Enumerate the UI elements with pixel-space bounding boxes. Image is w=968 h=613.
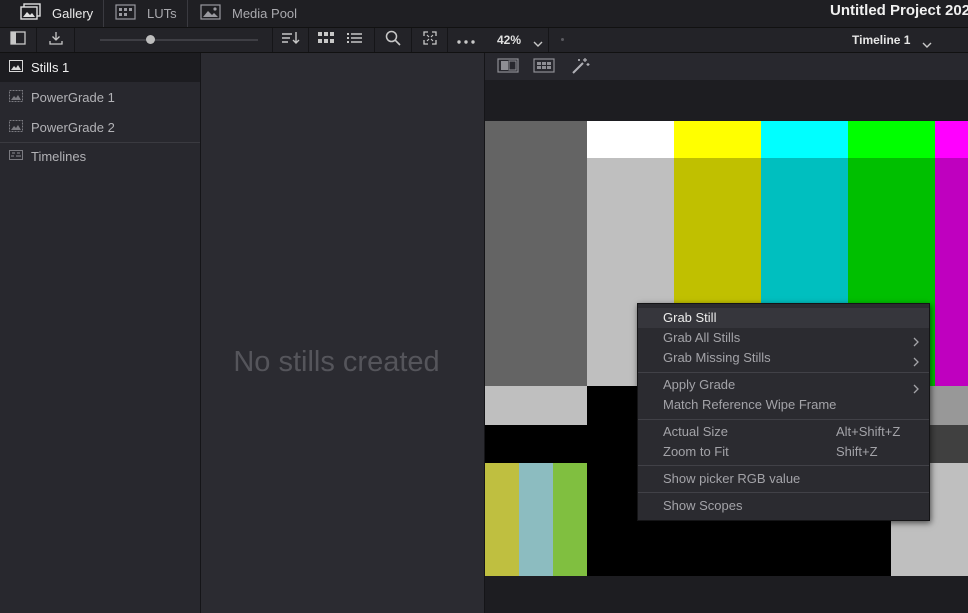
menu-item-match-reference-wipe-frame[interactable]: Match Reference Wipe Frame (638, 395, 929, 415)
menu-item-label: Show Scopes (663, 498, 743, 513)
bar-mid-gray (485, 386, 587, 425)
bar-magenta (935, 121, 968, 158)
zoom-level[interactable]: 42% (497, 28, 521, 52)
tab-divider (187, 0, 188, 27)
menu-item-label: Show picker RGB value (663, 471, 801, 486)
expand-button[interactable] (412, 28, 447, 52)
album-item-label: Timelines (31, 149, 87, 164)
more-options-button[interactable] (448, 28, 484, 52)
toolbar-divider (308, 28, 309, 52)
album-item-label: PowerGrade 2 (31, 120, 115, 135)
menu-item-label: Actual Size (663, 424, 729, 439)
bar-bottom-green (553, 463, 587, 576)
menu-divider (638, 372, 929, 373)
sort-icon (281, 31, 301, 50)
timeline-selector[interactable]: Timeline 1 (852, 28, 910, 52)
expand-icon (422, 30, 437, 50)
image-wipe-icon[interactable] (497, 58, 519, 78)
chevron-down-icon[interactable] (533, 35, 543, 53)
menu-item-actual-size[interactable]: Actual Size Alt+Shift+Z (638, 422, 929, 442)
magic-wand-icon[interactable] (571, 57, 591, 80)
menu-item-show-scopes[interactable]: Show Scopes (638, 496, 929, 516)
bar-green (848, 121, 935, 158)
tab-gallery-label: Gallery (52, 6, 94, 21)
tab-gallery[interactable]: Gallery (20, 0, 93, 27)
menu-item-shortcut: Alt+Shift+Z (836, 424, 901, 439)
album-item-powergrade-2[interactable]: PowerGrade 2 (0, 113, 200, 142)
viewer-context-menu: Grab Still Grab All Stills Grab Missing … (637, 303, 930, 521)
viewer-tools-row (485, 53, 968, 80)
menu-item-grab-all-stills[interactable]: Grab All Stills (638, 328, 929, 348)
bar-yellow (674, 121, 761, 158)
grid-view-button[interactable] (312, 28, 340, 52)
sort-button[interactable] (273, 28, 308, 52)
status-dot (561, 38, 564, 41)
sidebar-toggle-icon (10, 30, 26, 50)
chevron-down-icon[interactable] (922, 36, 932, 54)
search-icon (385, 30, 401, 51)
menu-item-label: Grab Missing Stills (663, 350, 771, 365)
timelines-icon (0, 149, 31, 164)
toolbar-divider (74, 28, 75, 52)
menu-item-show-picker-rgb-value[interactable]: Show picker RGB value (638, 469, 929, 489)
menu-item-label: Match Reference Wipe Frame (663, 397, 837, 412)
menu-item-zoom-to-fit[interactable]: Zoom to Fit Shift+Z (638, 442, 929, 462)
menu-item-label: Apply Grade (663, 377, 736, 392)
menu-item-apply-grade[interactable]: Apply Grade (638, 375, 929, 395)
empty-stills-message: No stills created (233, 346, 440, 378)
tab-media-pool[interactable]: Media Pool (200, 0, 297, 27)
album-item-timelines[interactable]: Timelines (0, 142, 200, 171)
menu-item-label: Zoom to Fit (663, 444, 729, 459)
menu-item-shortcut: Shift+Z (836, 444, 878, 459)
menu-item-label: Grab All Stills (663, 330, 741, 345)
import-icon (48, 31, 64, 50)
album-item-powergrade-1[interactable]: PowerGrade 1 (0, 83, 200, 112)
album-item-stills-1[interactable]: Stills 1 (0, 53, 200, 82)
stills-grid[interactable]: No stills created (201, 53, 485, 613)
album-item-label: Stills 1 (31, 60, 70, 75)
tab-divider (103, 0, 104, 27)
stills-album-icon (0, 60, 31, 75)
toolbar-divider (548, 28, 549, 52)
menu-item-grab-missing-stills[interactable]: Grab Missing Stills (638, 348, 929, 368)
split-screen-icon[interactable] (533, 58, 555, 78)
tab-luts-label: LUTs (147, 6, 177, 21)
import-button[interactable] (37, 28, 74, 52)
bar-cyan (761, 121, 848, 158)
top-tab-bar: Gallery LUTs Media Pool Untitled Project… (0, 0, 968, 28)
bar-bottom-blue (519, 463, 553, 576)
thumbnail-size-slider[interactable] (100, 39, 258, 41)
media-pool-icon (200, 3, 232, 24)
powergrade-icon (0, 120, 31, 135)
powergrade-icon (0, 90, 31, 105)
bar-bottom-olive (485, 463, 519, 576)
menu-item-label: Grab Still (663, 310, 717, 325)
bar-gray (485, 121, 587, 386)
toggle-sidebar-button[interactable] (0, 28, 36, 52)
list-view-button[interactable] (340, 28, 370, 52)
menu-divider (638, 492, 929, 493)
tab-media-pool-label: Media Pool (232, 6, 298, 21)
gallery-toolbar (0, 28, 485, 53)
menu-divider (638, 419, 929, 420)
list-view-icon (347, 31, 363, 49)
chevron-right-icon (913, 353, 919, 373)
tab-luts[interactable]: LUTs (115, 0, 177, 27)
slider-handle[interactable] (146, 35, 155, 44)
more-options-icon (457, 31, 475, 49)
album-item-label: PowerGrade 1 (31, 90, 115, 105)
luts-icon (115, 3, 147, 24)
project-title: Untitled Project 202 (830, 2, 968, 19)
gallery-icon (20, 3, 52, 24)
search-button[interactable] (375, 28, 411, 52)
bar-white (587, 121, 674, 158)
grid-view-icon (318, 31, 334, 49)
menu-divider (638, 465, 929, 466)
viewer-toolbar: 42% Timeline 1 (485, 28, 968, 53)
menu-item-grab-still[interactable]: Grab Still (638, 308, 929, 328)
album-sidebar: Stills 1 PowerGrade 1 PowerGrade 2 Timel… (0, 53, 201, 613)
bar-magenta-75 (935, 158, 968, 386)
